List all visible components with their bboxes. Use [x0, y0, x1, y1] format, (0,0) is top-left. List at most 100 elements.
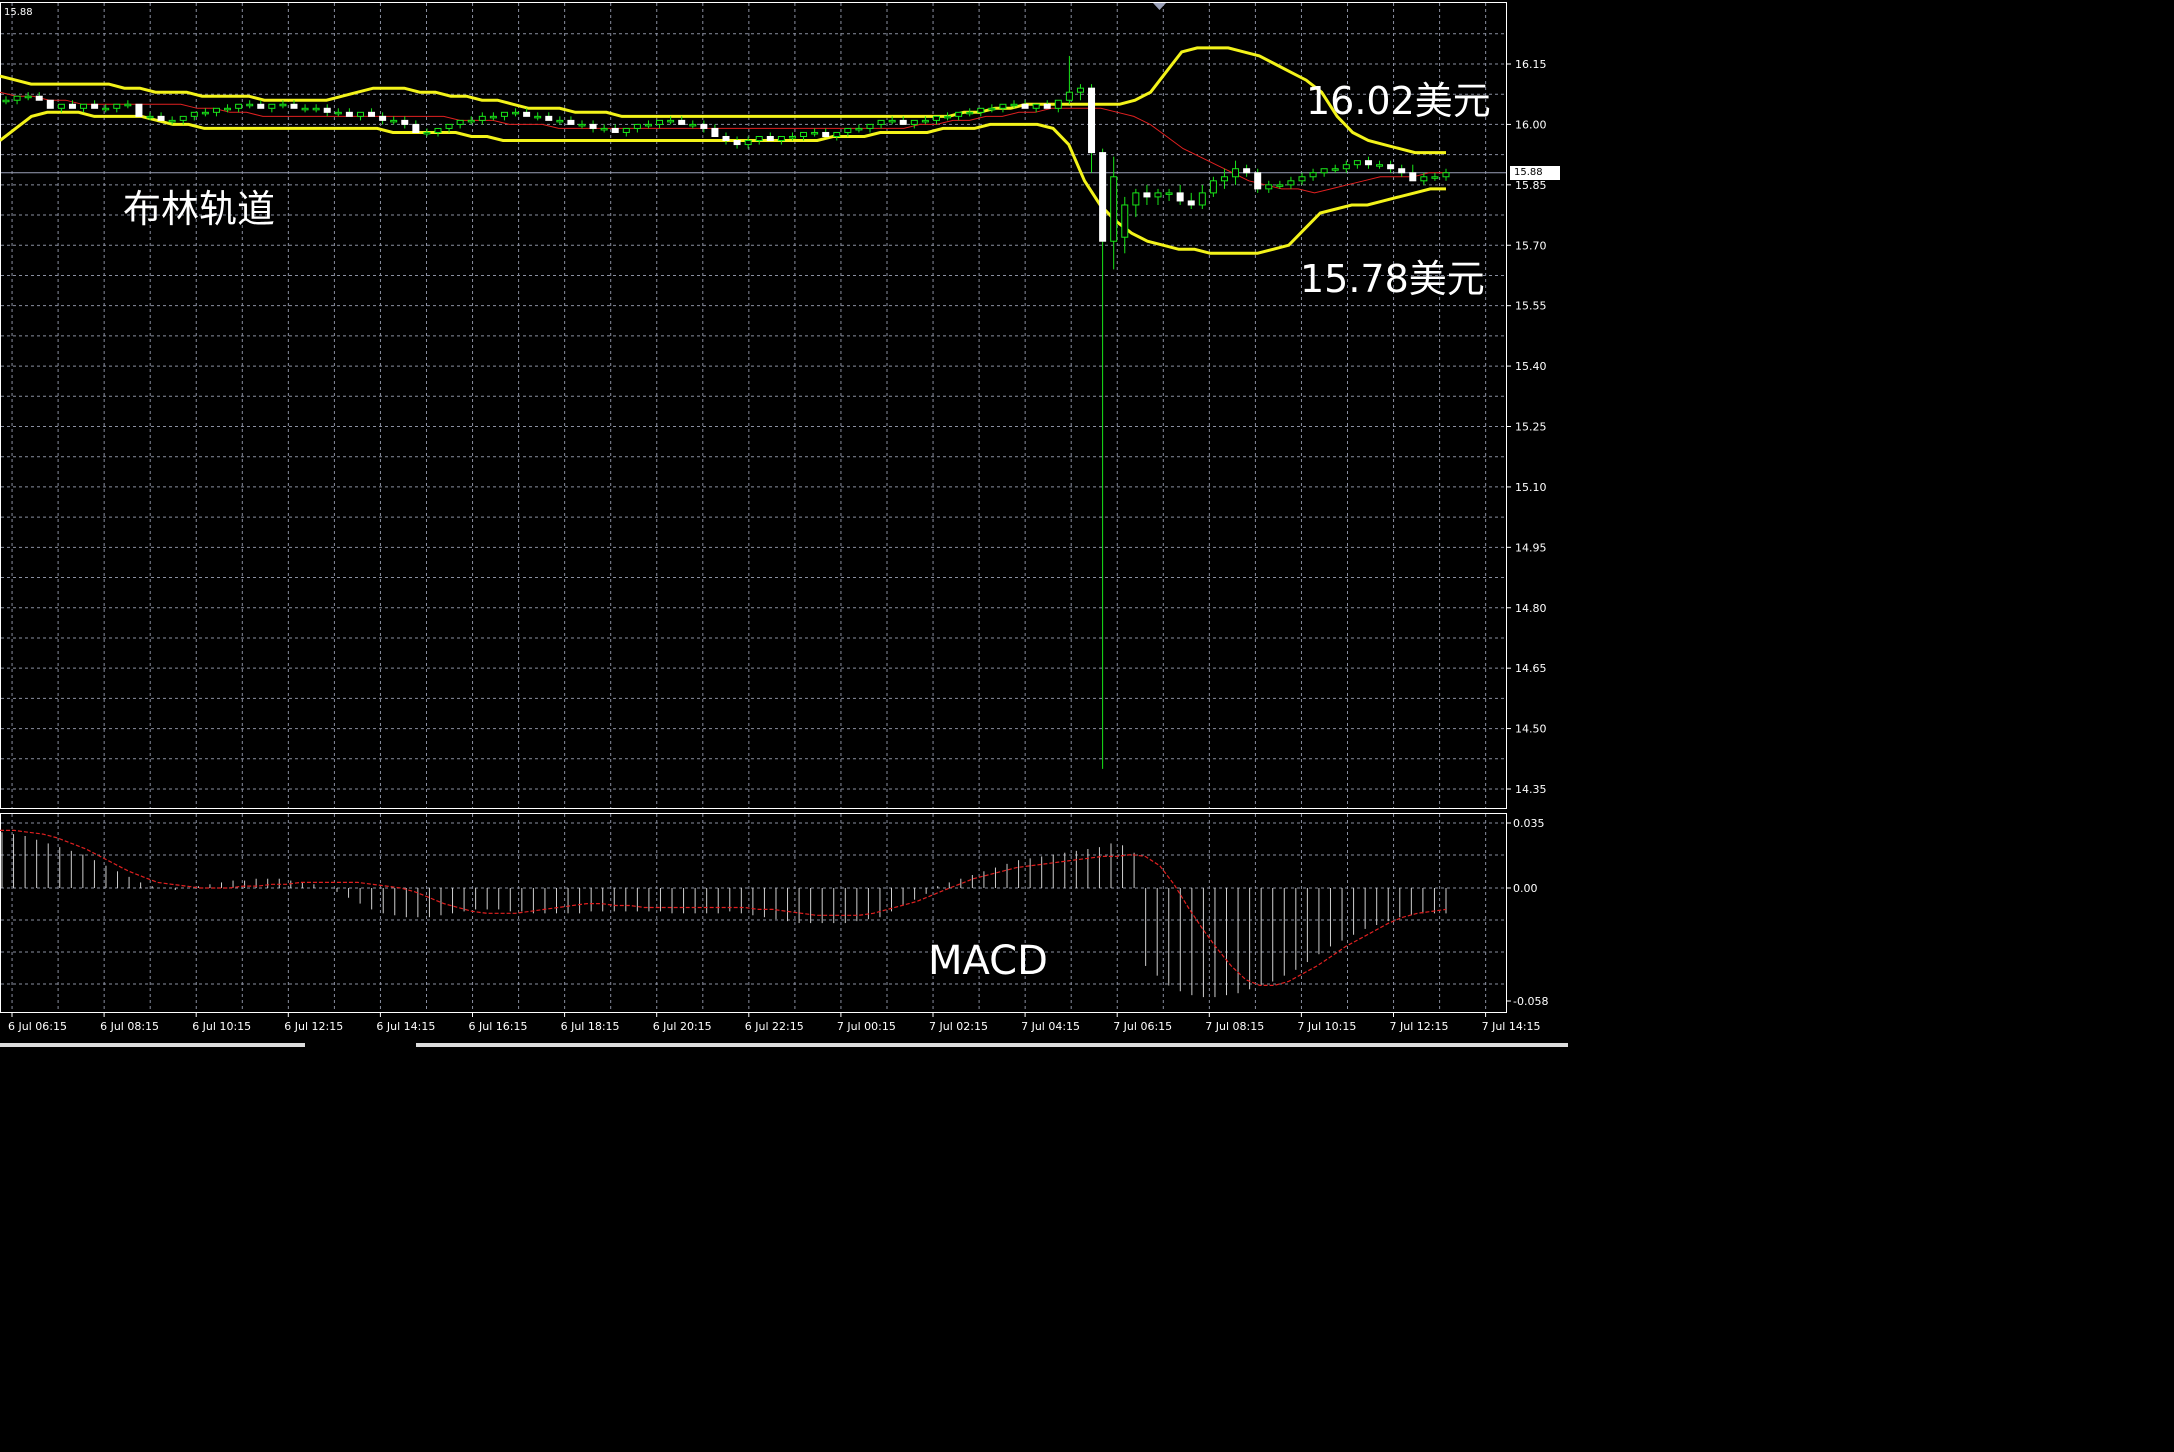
candle-body — [113, 103, 121, 109]
price-axis-label: 14.35 — [1515, 783, 1547, 796]
candle-body — [35, 95, 43, 101]
candle-body — [556, 119, 564, 123]
candle-body — [888, 119, 896, 123]
candle-body — [46, 99, 54, 109]
macd-panel-border — [0, 813, 1507, 1013]
candle-body — [1099, 152, 1107, 242]
candle-body — [788, 136, 796, 139]
candle-body — [766, 136, 774, 142]
price-axis-label: 14.80 — [1515, 602, 1547, 615]
candle-body — [1054, 99, 1062, 109]
candle-body — [800, 131, 808, 138]
candle-body — [921, 119, 929, 123]
time-axis-label: 6 Jul 10:15 — [192, 1020, 251, 1033]
candle-body — [1187, 200, 1195, 206]
time-axis-label: 6 Jul 20:15 — [653, 1020, 712, 1033]
candle-body — [68, 103, 76, 109]
macd-axis-label: 0.035 — [1513, 817, 1545, 830]
candle-body — [1132, 192, 1140, 206]
candle-body — [1265, 184, 1273, 190]
candle-body — [622, 127, 630, 133]
candle-body — [445, 123, 453, 129]
candle-body — [1287, 180, 1295, 186]
candle-body — [1021, 103, 1029, 109]
candle-body — [1254, 172, 1262, 190]
price-axis-label: 14.95 — [1515, 541, 1547, 554]
candle-body — [589, 123, 597, 129]
time-axis-label: 6 Jul 18:15 — [561, 1020, 620, 1033]
candle-body — [1032, 103, 1040, 109]
scrollbar-track-left[interactable] — [0, 1043, 305, 1047]
candle-body — [201, 111, 209, 115]
candle-body — [390, 119, 398, 123]
candle-body — [368, 111, 376, 117]
candle-body — [567, 119, 575, 125]
candle-body — [224, 107, 232, 111]
candle-body — [578, 123, 586, 127]
candle-body — [755, 136, 763, 142]
trading-chart[interactable]: 16.15 16.00 15.85 15.70 15.55 15.40 15.25 15.10… — [0, 0, 1568, 1047]
candle-body — [866, 123, 874, 129]
candle-body — [833, 131, 841, 138]
macd-label: MACD — [928, 938, 1048, 984]
candle-body — [290, 103, 298, 109]
candle-body — [932, 115, 940, 121]
price-axis-label: 14.65 — [1515, 662, 1547, 675]
candle-body — [179, 115, 187, 121]
candle-body — [279, 103, 287, 107]
candle-body — [611, 127, 619, 133]
candle-body — [1298, 176, 1306, 182]
candle-body — [190, 111, 198, 117]
time-axis-label: 6 Jul 08:15 — [100, 1020, 159, 1033]
price-axis-label: 16.15 — [1515, 58, 1547, 71]
candle-body — [1043, 103, 1051, 109]
candle-body — [644, 123, 652, 127]
candle-body — [1143, 192, 1151, 198]
candle-body — [1232, 168, 1240, 178]
candle-body — [212, 107, 220, 113]
candle-body — [523, 111, 531, 117]
scrollbar-track-right[interactable] — [416, 1043, 1568, 1047]
candle-body — [1010, 103, 1018, 107]
candle-body — [124, 103, 132, 107]
candle-body — [1165, 192, 1173, 195]
candle-body — [855, 127, 863, 131]
price-axis-label: 15.70 — [1515, 239, 1547, 252]
candle-body — [1420, 176, 1428, 182]
time-axis-label: 7 Jul 14:15 — [1482, 1020, 1541, 1033]
time-axis-label: 6 Jul 14:15 — [376, 1020, 435, 1033]
candle-body — [733, 140, 741, 146]
candle-body — [656, 119, 664, 125]
candle-body — [500, 111, 508, 117]
time-axis-label: 6 Jul 12:15 — [284, 1020, 343, 1033]
candle-body — [899, 119, 907, 125]
chart-shift-marker[interactable] — [1153, 3, 1166, 10]
candle-body — [146, 115, 154, 119]
candle-body — [977, 107, 985, 113]
candle-body — [1110, 176, 1118, 242]
candle-body — [988, 107, 996, 111]
candle-body — [512, 111, 520, 115]
candle-body — [356, 111, 364, 117]
time-axis-label: 7 Jul 10:15 — [1297, 1020, 1356, 1033]
candle-body — [91, 103, 99, 109]
candle-body — [1121, 204, 1129, 238]
candle-body — [689, 123, 697, 127]
candle-body — [910, 119, 918, 125]
candle-body — [1309, 172, 1317, 178]
candle-body — [1209, 180, 1217, 194]
candle-body — [744, 140, 752, 146]
candle-body — [423, 131, 431, 135]
candle-body — [877, 119, 885, 125]
candle-body — [1353, 160, 1361, 166]
time-axis-label: 7 Jul 04:15 — [1021, 1020, 1080, 1033]
candle-body — [1076, 87, 1084, 93]
chart-canvas[interactable]: 16.15 16.00 15.85 15.70 15.55 15.40 15.25 15.10… — [0, 0, 1568, 1047]
time-axis-label: 6 Jul 22:15 — [745, 1020, 804, 1033]
candle-body — [1320, 168, 1328, 174]
candle-body — [1364, 160, 1372, 166]
candle-body — [667, 119, 675, 123]
candle-body — [334, 111, 342, 115]
candle-body — [135, 103, 143, 117]
price-axis-label: 15.85 — [1515, 179, 1547, 192]
